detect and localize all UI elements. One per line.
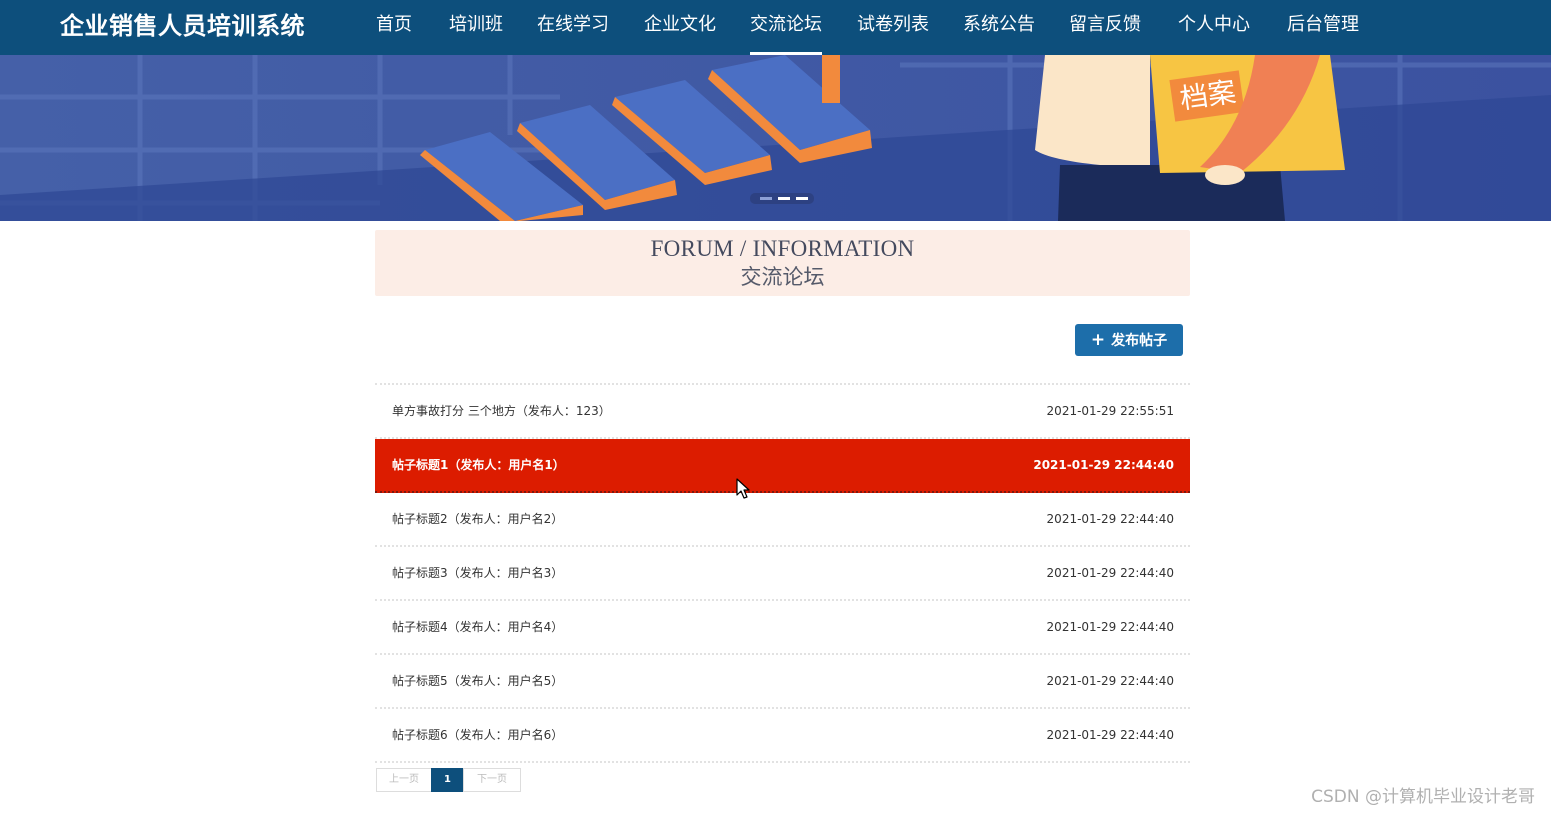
forum-post-row[interactable]: 帖子标题4（发布人：用户名4） 2021-01-29 22:44:40 bbox=[375, 601, 1190, 655]
post-time: 2021-01-29 22:44:40 bbox=[1046, 620, 1174, 634]
publish-post-button[interactable]: + 发布帖子 bbox=[1075, 324, 1183, 356]
plus-icon: + bbox=[1090, 330, 1106, 350]
pagination: 上一页 1 下一页 bbox=[376, 768, 521, 792]
post-time: 2021-01-29 22:44:40 bbox=[1046, 512, 1174, 526]
post-time: 2021-01-29 22:44:40 bbox=[1033, 458, 1174, 472]
post-title[interactable]: 帖子标题4（发布人：用户名4） bbox=[392, 601, 563, 653]
section-title-cn: 交流论坛 bbox=[740, 265, 825, 289]
post-title[interactable]: 帖子标题6（发布人：用户名6） bbox=[392, 709, 563, 761]
section-title-en: FORUM / INFORMATION bbox=[650, 236, 915, 261]
nav-item-online-learning[interactable]: 在线学习 bbox=[537, 0, 609, 52]
nav-item-feedback[interactable]: 留言反馈 bbox=[1069, 0, 1141, 52]
forum-post-row[interactable]: 帖子标题5（发布人：用户名5） 2021-01-29 22:44:40 bbox=[375, 655, 1190, 709]
carousel-indicator-dot[interactable] bbox=[796, 197, 808, 200]
nav-item-personal-center[interactable]: 个人中心 bbox=[1178, 0, 1250, 52]
post-title[interactable]: 单方事故打分 三个地方（发布人：123） bbox=[392, 385, 611, 437]
next-page-button[interactable]: 下一页 bbox=[463, 768, 521, 792]
post-title[interactable]: 帖子标题2（发布人：用户名2） bbox=[392, 493, 563, 545]
publish-post-label: 发布帖子 bbox=[1111, 333, 1168, 349]
nav-item-corporate-culture[interactable]: 企业文化 bbox=[644, 0, 716, 52]
forum-post-row-hovered[interactable]: 帖子标题1（发布人：用户名1） 2021-01-29 22:44:40 bbox=[375, 439, 1190, 493]
watermark: CSDN @计算机毕业设计老哥 bbox=[1311, 787, 1535, 807]
nav-item-forum[interactable]: 交流论坛 bbox=[750, 0, 822, 55]
post-title[interactable]: 帖子标题5（发布人：用户名5） bbox=[392, 655, 563, 707]
post-title[interactable]: 帖子标题3（发布人：用户名3） bbox=[392, 547, 563, 599]
prev-page-button[interactable]: 上一页 bbox=[376, 768, 432, 792]
post-time: 2021-01-29 22:55:51 bbox=[1046, 404, 1174, 418]
top-navigation-bar: 企业销售人员培训系统 首页 培训班 在线学习 企业文化 交流论坛 试卷列表 系统… bbox=[0, 0, 1551, 55]
carousel-indicator-dot[interactable] bbox=[760, 197, 772, 200]
page-1-button[interactable]: 1 bbox=[431, 768, 464, 792]
banner-illustration: 档案 bbox=[0, 55, 1551, 221]
nav-item-home[interactable]: 首页 bbox=[376, 0, 412, 52]
post-title[interactable]: 帖子标题1（发布人：用户名1） bbox=[392, 439, 565, 491]
forum-post-row[interactable]: 帖子标题6（发布人：用户名6） 2021-01-29 22:44:40 bbox=[375, 709, 1190, 763]
banner-carousel[interactable]: 档案 bbox=[0, 55, 1551, 221]
section-header: FORUM / INFORMATION 交流论坛 bbox=[375, 230, 1190, 296]
nav-item-training-class[interactable]: 培训班 bbox=[449, 0, 503, 52]
nav-item-admin[interactable]: 后台管理 bbox=[1287, 0, 1359, 52]
site-title[interactable]: 企业销售人员培训系统 bbox=[60, 6, 305, 46]
post-time: 2021-01-29 22:44:40 bbox=[1046, 728, 1174, 742]
forum-post-row[interactable]: 帖子标题3（发布人：用户名3） 2021-01-29 22:44:40 bbox=[375, 547, 1190, 601]
forum-post-list: 单方事故打分 三个地方（发布人：123） 2021-01-29 22:55:51… bbox=[375, 383, 1190, 763]
forum-post-row[interactable]: 单方事故打分 三个地方（发布人：123） 2021-01-29 22:55:51 bbox=[375, 385, 1190, 439]
post-time: 2021-01-29 22:44:40 bbox=[1046, 674, 1174, 688]
nav-item-announcements[interactable]: 系统公告 bbox=[963, 0, 1035, 52]
mouse-pointer-icon bbox=[736, 478, 750, 499]
nav-item-exam-list[interactable]: 试卷列表 bbox=[857, 0, 929, 52]
carousel-indicator-dot-active[interactable] bbox=[778, 197, 790, 200]
forum-post-row[interactable]: 帖子标题2（发布人：用户名2） 2021-01-29 22:44:40 bbox=[375, 493, 1190, 547]
post-time: 2021-01-29 22:44:40 bbox=[1046, 566, 1174, 580]
